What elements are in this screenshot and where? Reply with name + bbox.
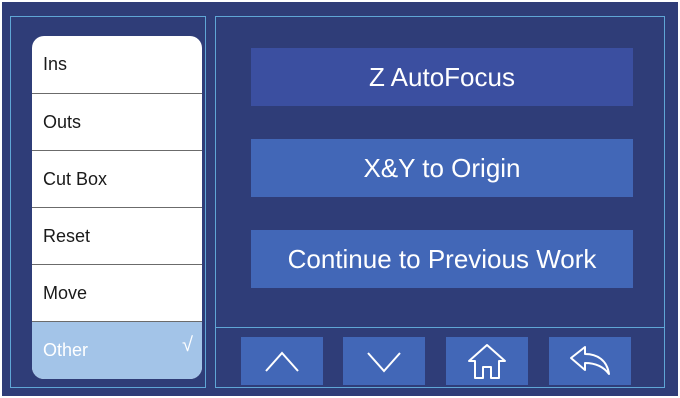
menu-item-reset[interactable]: Reset	[32, 208, 202, 265]
back-arrow-icon	[570, 346, 610, 375]
menu-item-label: Move	[43, 282, 88, 303]
menu-item-label: Outs	[43, 111, 82, 132]
scroll-up-button[interactable]	[241, 337, 323, 385]
continue-previous-work-button[interactable]: Continue to Previous Work	[251, 230, 633, 288]
menu-item-label: Reset	[43, 225, 91, 246]
z-autofocus-button[interactable]: Z AutoFocus	[251, 48, 633, 106]
menu-item-other[interactable]: Other √	[32, 322, 202, 379]
back-button[interactable]	[549, 337, 631, 385]
chevron-up-icon	[265, 351, 299, 372]
button-label: Z AutoFocus	[369, 61, 515, 92]
scroll-down-button[interactable]	[343, 337, 425, 385]
home-icon	[468, 344, 506, 379]
menu-item-label: Cut Box	[43, 168, 108, 189]
menu-item-cut-box[interactable]: Cut Box	[32, 151, 202, 208]
chevron-down-icon	[367, 352, 401, 373]
check-icon: √	[182, 334, 193, 356]
menu-item-outs[interactable]: Outs	[32, 94, 202, 151]
home-button[interactable]	[446, 337, 528, 385]
menu-item-label: Other	[43, 340, 89, 360]
menu-item-label: Ins	[43, 54, 68, 74]
button-label: Continue to Previous Work	[287, 243, 597, 274]
function-menu: Ins Outs Cut Box Reset Move Other √	[32, 36, 202, 379]
menu-item-move[interactable]: Move	[32, 265, 202, 322]
xy-to-origin-button[interactable]: X&Y to Origin	[251, 139, 633, 197]
button-label: X&Y to Origin	[363, 152, 521, 183]
panel-divider	[215, 327, 665, 328]
menu-item-ins[interactable]: Ins	[32, 36, 202, 94]
